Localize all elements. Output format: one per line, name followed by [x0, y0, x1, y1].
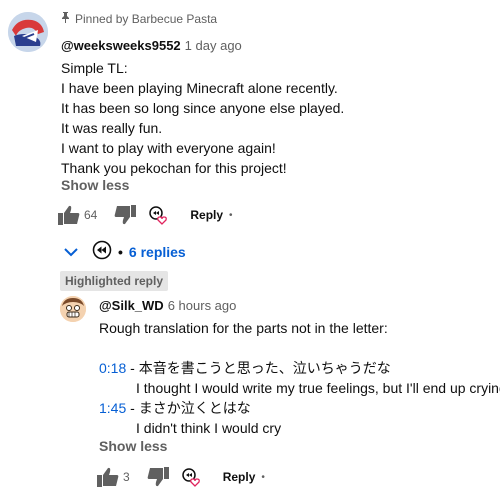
jp-text: - まさか泣くとはな: [126, 400, 251, 416]
reply-avatar[interactable]: [60, 296, 86, 322]
timestamp-link[interactable]: 1:45: [99, 400, 126, 416]
creator-heart-icon[interactable]: [181, 467, 202, 487]
chevron-down-icon[interactable]: [64, 244, 78, 260]
comment-line: Simple TL:: [61, 60, 128, 76]
comment-line: I want to play with everyone again!: [61, 140, 276, 156]
like-count: 3: [123, 470, 130, 484]
comment-time[interactable]: 1 day ago: [185, 38, 242, 53]
reply-body: Rough translation for the parts not in t…: [99, 318, 500, 438]
pinned-text: Pinned by Barbecue Pasta: [75, 12, 218, 26]
timestamp-link[interactable]: 0:18: [99, 360, 126, 376]
pinned-indicator: Pinned by Barbecue Pasta: [61, 12, 217, 26]
show-less-button[interactable]: Show less: [61, 177, 129, 193]
like-icon[interactable]: [97, 467, 119, 487]
comment-line: Thank you pekochan for this project!: [61, 160, 287, 176]
pin-icon: [61, 12, 70, 26]
dot-separator: •: [261, 471, 265, 483]
comment-line: I have been playing Minecraft alone rece…: [61, 80, 338, 96]
translation-entry: 1:45 - まさか泣くとはな: [99, 398, 499, 418]
jp-text: - 本音を書こうと思った、泣いちゃうだな: [126, 360, 391, 376]
replies-toggle[interactable]: • 6 replies: [64, 240, 186, 263]
reply-author-line: @Silk_WD 6 hours ago: [99, 298, 236, 313]
replies-count[interactable]: 6 replies: [129, 244, 186, 260]
reply-actions: 3 Reply •: [97, 467, 265, 487]
comment-line: It was really fun.: [61, 120, 163, 136]
creator-heart-icon[interactable]: [149, 205, 169, 225]
comment-body: Simple TL: I have been playing Minecraft…: [61, 58, 344, 178]
avatar[interactable]: [8, 12, 48, 52]
en-text: I didn't think I would cry: [136, 420, 282, 436]
like-count: 64: [84, 208, 98, 222]
dislike-icon[interactable]: [147, 467, 169, 487]
reply-author[interactable]: @Silk_WD: [99, 298, 164, 313]
reply-time[interactable]: 6 hours ago: [168, 298, 237, 313]
comment-actions: 64 Reply •: [58, 205, 233, 225]
dot-separator: •: [229, 209, 233, 221]
like-icon[interactable]: [58, 205, 80, 225]
highlighted-badge: Highlighted reply: [60, 271, 169, 291]
reply-button[interactable]: Reply: [190, 208, 223, 222]
dislike-icon[interactable]: [114, 205, 137, 225]
comment-author[interactable]: @weeksweeks9552: [61, 38, 181, 53]
comment-author-line: @weeksweeks9552 1 day ago: [61, 38, 242, 53]
creator-avatar-icon: [92, 240, 112, 263]
comment-line: It has been so long since anyone else pl…: [61, 100, 345, 116]
reply-show-less-button[interactable]: Show less: [99, 438, 167, 454]
en-text: I thought I would write my true feelings…: [136, 380, 500, 396]
replies-bullet: •: [118, 243, 123, 260]
reply-button[interactable]: Reply: [223, 470, 256, 484]
translation-entry: 0:18 - 本音を書こうと思った、泣いちゃうだな: [99, 358, 499, 378]
reply-intro: Rough translation for the parts not in t…: [99, 320, 388, 336]
